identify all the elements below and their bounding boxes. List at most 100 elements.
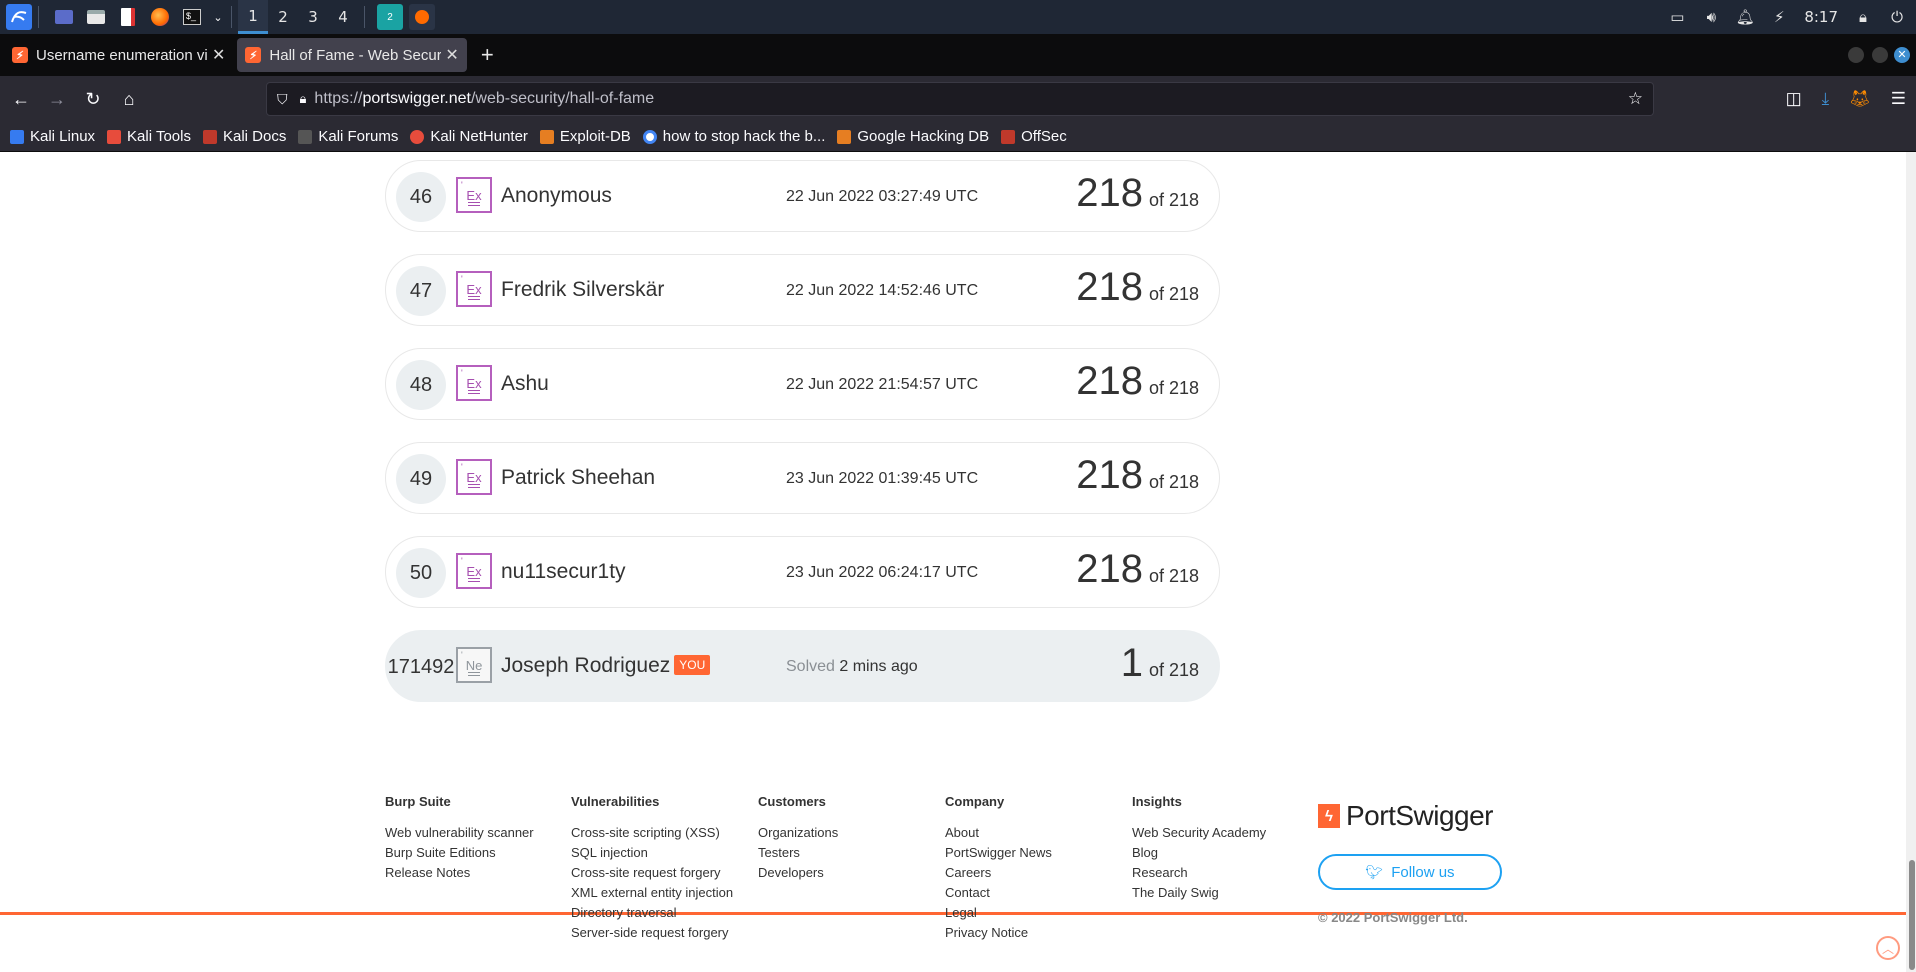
tab-hall-of-fame[interactable]: ⚡︎ Hall of Fame - Web Secur ✕ xyxy=(237,38,467,72)
workspace-1[interactable]: 1 xyxy=(238,0,268,34)
footer-link[interactable]: About xyxy=(945,823,1052,843)
bookmarks-toolbar: Kali Linux Kali Tools Kali Docs Kali For… xyxy=(0,122,1916,152)
solved-ago: Solved 2 mins ago xyxy=(786,658,918,676)
bookmark-kali-docs[interactable]: Kali Docs xyxy=(202,128,286,145)
footer-link[interactable]: Blog xyxy=(1132,843,1266,863)
firefox-taskbar-icon[interactable] xyxy=(409,4,435,30)
footer-link[interactable]: Web vulnerability scanner xyxy=(385,823,534,843)
footer-link[interactable]: Privacy Notice xyxy=(945,923,1052,943)
hall-of-fame-row: 49 ' Ex Patrick Sheehan 23 Jun 2022 01:39… xyxy=(385,442,1220,514)
labs-solved-count: 218 xyxy=(1076,171,1143,215)
pocket-icon[interactable]: ◫ xyxy=(1786,89,1802,109)
terminal-icon[interactable]: $_ xyxy=(179,4,205,30)
bookmark-how-to-stop-hack[interactable]: how to stop hack the b... xyxy=(642,128,825,145)
labs-solved-count: 218 xyxy=(1076,453,1143,497)
footer-link[interactable]: Cross-site scripting (XSS) xyxy=(571,823,733,843)
reload-icon[interactable]: ↻ xyxy=(78,84,108,114)
bookmark-exploit-db[interactable]: Exploit-DB xyxy=(539,128,631,145)
lock-icon[interactable]: 🔒︎ xyxy=(1854,8,1872,26)
portswigger-logo[interactable]: ϟ PortSwigger xyxy=(1318,800,1494,832)
volume-icon[interactable]: 🔊︎ xyxy=(1702,8,1720,26)
burp-taskbar-icon[interactable]: 2 xyxy=(377,4,403,30)
hall-of-fame-row: 50 ' Ex nu11secur1ty 23 Jun 2022 06:24:17… xyxy=(385,536,1220,608)
offsec-icon xyxy=(1001,129,1016,144)
footer-link[interactable]: Developers xyxy=(758,863,838,883)
minimize-window-button[interactable] xyxy=(1848,47,1864,63)
workspace-3[interactable]: 3 xyxy=(298,0,328,34)
solved-prefix: Solved xyxy=(786,658,835,675)
footer-link[interactable]: Web Security Academy xyxy=(1132,823,1266,843)
file-manager-icon[interactable] xyxy=(83,4,109,30)
bookmark-kali-linux[interactable]: Kali Linux xyxy=(10,128,95,145)
foxyproxy-icon[interactable]: 🦊︎ xyxy=(1849,89,1871,109)
footer-link[interactable]: Release Notes xyxy=(385,863,534,883)
padlock-icon[interactable]: 🔒︎ xyxy=(300,91,307,107)
downloads-icon[interactable]: ⤓ xyxy=(1822,89,1830,109)
bookmark-kali-tools[interactable]: Kali Tools xyxy=(107,128,191,145)
bookmark-label: Kali Linux xyxy=(30,128,96,145)
twitter-follow-button[interactable]: 🐦︎ Follow us xyxy=(1318,854,1502,890)
back-arrow-icon[interactable]: ← xyxy=(6,84,36,114)
footer-link[interactable]: Legal xyxy=(945,903,1052,923)
footer-link[interactable]: Research xyxy=(1132,863,1266,883)
footer-link[interactable]: Contact xyxy=(945,883,1052,903)
page-content: 46 ' Ex Anonymous 22 Jun 2022 03:27:49 UT… xyxy=(0,152,1906,972)
bookmark-offsec[interactable]: OffSec xyxy=(1001,128,1067,145)
bookmark-star-icon[interactable]: ☆ xyxy=(1628,89,1643,109)
maximize-window-button[interactable] xyxy=(1872,47,1888,63)
page-scrollbar[interactable] xyxy=(1906,152,1916,972)
shield-icon[interactable]: ⛉ xyxy=(277,91,288,108)
notification-bell-icon[interactable]: 🔔︎ xyxy=(1736,8,1755,26)
show-desktop-icon[interactable] xyxy=(51,4,77,30)
text-editor-icon[interactable] xyxy=(115,4,141,30)
home-icon[interactable]: ⌂ xyxy=(114,84,144,114)
workspace-2[interactable]: 2 xyxy=(268,0,298,34)
hamburger-menu-icon[interactable]: ☰ xyxy=(1891,89,1906,109)
completion-time: 23 Jun 2022 01:39:45 UTC xyxy=(786,470,979,487)
footer-link[interactable]: Careers xyxy=(945,863,1052,883)
close-window-button[interactable]: ✕ xyxy=(1894,47,1910,63)
navigation-toolbar: ← → ↻ ⌂ ⛉ 🔒︎ https://portswigger.net/web… xyxy=(0,76,1916,122)
bookmark-label: Exploit-DB xyxy=(559,128,631,145)
footer-link[interactable]: Burp Suite Editions xyxy=(385,843,534,863)
new-tab-plus-icon[interactable]: + xyxy=(481,42,494,68)
expert-level-badge-icon: ' Ex xyxy=(456,271,492,307)
bookmark-kali-forums[interactable]: Kali Forums xyxy=(298,128,398,145)
labs-solved: 218 of 218 xyxy=(1076,547,1199,592)
portswigger-favicon-icon: ⚡︎ xyxy=(245,47,262,63)
footer-link[interactable]: The Daily Swig xyxy=(1132,883,1266,903)
footer-link[interactable]: Server-side request forgery xyxy=(571,923,733,943)
footer-link[interactable]: Testers xyxy=(758,843,838,863)
footer-link[interactable]: XML external entity injection xyxy=(571,883,733,903)
expert-level-badge-icon: ' Ex xyxy=(456,553,492,589)
browser-tab-bar: ⚡︎ Username enumeration vi ✕ ⚡︎ Hall of … xyxy=(0,34,1916,76)
bookmark-google-hacking-db[interactable]: Google Hacking DB xyxy=(837,128,989,145)
firefox-launcher-icon[interactable] xyxy=(147,4,173,30)
scroll-to-top-icon[interactable]: ︿ xyxy=(1876,936,1900,960)
close-icon[interactable]: ✕ xyxy=(212,45,225,65)
player-name: Patrick Sheehan xyxy=(501,466,656,489)
screen-icon[interactable]: ▭ xyxy=(1668,8,1686,26)
bookmark-label: Kali Tools xyxy=(127,128,191,145)
workspace-4[interactable]: 4 xyxy=(328,0,358,34)
footer-link[interactable]: SQL injection xyxy=(571,843,733,863)
labs-solved: 218 of 218 xyxy=(1076,265,1199,310)
power-icon[interactable]: ⏻ xyxy=(1888,8,1906,26)
footer-heading: Vulnerabilities xyxy=(571,794,660,809)
footer-link[interactable]: Cross-site request forgery xyxy=(571,863,733,883)
scrollbar-thumb[interactable] xyxy=(1909,860,1915,970)
footer-link[interactable]: Organizations xyxy=(758,823,838,843)
labs-total: of 218 xyxy=(1148,378,1199,398)
tab-username-enumeration[interactable]: ⚡︎ Username enumeration vi ✕ xyxy=(4,38,233,72)
footer-heading: Insights xyxy=(1132,794,1182,809)
forward-arrow-icon[interactable]: → xyxy=(42,84,72,114)
kali-menu-icon[interactable] xyxy=(6,4,32,30)
close-icon[interactable]: ✕ xyxy=(445,45,458,65)
battery-icon[interactable]: ⚡︎ xyxy=(1770,8,1788,26)
footer-link[interactable]: PortSwigger News xyxy=(945,843,1052,863)
bookmark-kali-nethunter[interactable]: Kali NetHunter xyxy=(410,128,528,145)
chevron-down-icon[interactable]: ⌄ xyxy=(211,4,225,30)
clock[interactable]: 8:17 xyxy=(1804,8,1838,26)
footer-link[interactable]: Directory traversal xyxy=(571,903,733,923)
address-bar[interactable]: ⛉ 🔒︎ https://portswigger.net/web-securit… xyxy=(266,82,1654,116)
